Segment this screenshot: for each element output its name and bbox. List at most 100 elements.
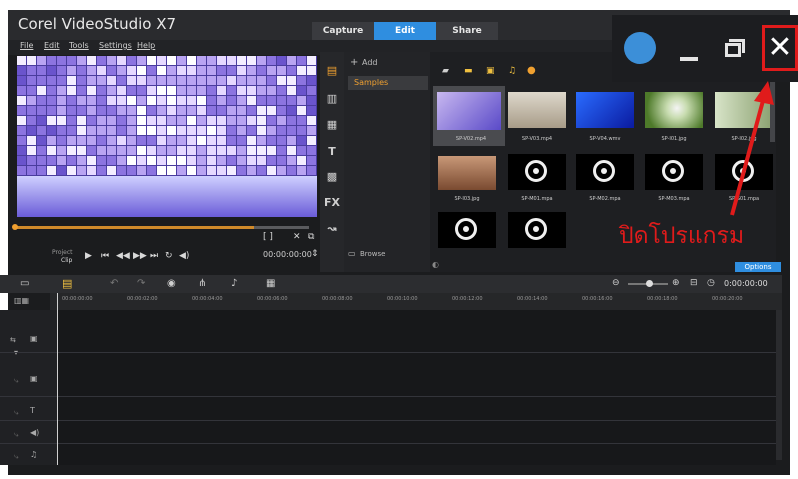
next-frame-icon[interactable]: ▶▶ xyxy=(133,251,147,261)
tab-share[interactable]: Share xyxy=(436,22,498,40)
copy-icon[interactable]: ⧉ xyxy=(308,232,314,242)
menu-file[interactable]: File xyxy=(20,41,33,50)
browse-icon[interactable]: ▭ xyxy=(348,249,356,258)
play-icon[interactable]: ▶ xyxy=(85,251,92,261)
menu-help[interactable]: Help xyxy=(137,41,155,50)
show-audio-icon[interactable]: ♫ xyxy=(508,66,516,76)
show-photos-icon[interactable]: ▣ xyxy=(486,66,495,76)
media-icon[interactable]: ▤ xyxy=(320,64,344,82)
tab-capture[interactable]: Capture xyxy=(312,22,374,40)
browse-label[interactable]: Browse xyxy=(360,250,386,258)
timecode-spinner-icon[interactable]: ⇕ xyxy=(311,249,319,259)
preview-tile xyxy=(277,126,286,135)
video-track-icon[interactable]: ▣ xyxy=(30,334,38,343)
menu-tools[interactable]: Tools xyxy=(69,41,89,50)
preview-tile xyxy=(277,56,286,65)
thumb-sp-i01[interactable] xyxy=(645,92,703,128)
voice-track-toggle[interactable]: ⤷ xyxy=(14,430,18,440)
library-folder-samples[interactable]: Samples xyxy=(348,76,428,90)
globe-icon[interactable] xyxy=(624,32,656,64)
preview-tile xyxy=(177,146,186,155)
scrubber-progress[interactable] xyxy=(17,226,254,229)
title-icon[interactable]: T xyxy=(320,145,344,163)
title-track-toggle[interactable]: ⤷ xyxy=(14,408,18,418)
restore-icon[interactable] xyxy=(725,43,741,57)
menu-settings[interactable]: Settings xyxy=(99,41,132,50)
scrubber-track[interactable] xyxy=(254,226,309,229)
thumb-sp-v04[interactable] xyxy=(576,92,634,128)
thumb-audio-extra[interactable] xyxy=(438,212,496,248)
voice-track-icon[interactable]: ◀) xyxy=(30,428,39,437)
transition-icon[interactable]: ▦ xyxy=(320,118,344,136)
thumb-audio-extra[interactable] xyxy=(508,212,566,248)
thumb-sp-m02[interactable] xyxy=(576,154,634,190)
clip-mode-label[interactable]: Clip xyxy=(61,257,72,264)
preview-tile xyxy=(287,136,296,145)
zoom-out-icon[interactable]: ⊖ xyxy=(612,278,620,288)
preview-tile xyxy=(307,56,316,65)
timeline-tracks[interactable] xyxy=(58,310,776,465)
thumb-sp-m01[interactable] xyxy=(508,154,566,190)
repeat-icon[interactable]: ↻ xyxy=(165,251,173,261)
sound-mixer-icon[interactable]: ⋔ xyxy=(198,278,206,289)
trim-brackets[interactable]: [ ] xyxy=(263,232,273,242)
show-videos-icon[interactable]: ▬ xyxy=(464,66,473,76)
subtitle-editor-icon[interactable]: ▦ xyxy=(266,278,275,289)
preview-tile xyxy=(117,126,126,135)
previous-frame-icon[interactable]: ◀◀ xyxy=(116,251,130,261)
timeline-ruler[interactable]: 00:00:00:00 00:00:02:00 00:00:04:00 00:00:0… xyxy=(50,293,782,310)
preview-tile xyxy=(277,66,286,75)
preview-tile xyxy=(307,146,316,155)
timeline-view-icon[interactable]: ▤ xyxy=(62,277,72,290)
title-track-icon[interactable]: T xyxy=(30,406,35,415)
end-icon[interactable]: ⏭ xyxy=(150,251,158,261)
track-manager-icon[interactable]: ▥▦ xyxy=(14,296,29,305)
folder-icon[interactable]: ▰ xyxy=(442,66,449,76)
minimize-icon[interactable] xyxy=(680,57,698,61)
redo-icon[interactable]: ↷ xyxy=(137,278,145,289)
tab-edit[interactable]: Edit xyxy=(374,22,436,40)
project-mode-label[interactable]: Project xyxy=(52,249,73,256)
path-icon[interactable]: ↝ xyxy=(320,222,344,240)
preview-tile xyxy=(77,66,86,75)
storyboard-view-icon[interactable]: ▭ xyxy=(20,278,29,289)
record-capture-icon[interactable]: ◉ xyxy=(167,278,176,289)
preview-tile xyxy=(187,126,196,135)
player-timecode[interactable]: 00:00:00:00 xyxy=(263,250,312,259)
scrubber-handle[interactable] xyxy=(12,224,18,230)
auto-music-icon[interactable]: ♪ xyxy=(231,278,237,289)
preview-tile xyxy=(147,76,156,85)
timeline-timecode[interactable]: 0:00:00:00 xyxy=(724,279,768,288)
graphic-icon[interactable]: ▩ xyxy=(320,170,344,188)
preview-tile xyxy=(227,136,236,145)
options-button[interactable]: Options xyxy=(735,262,781,272)
zoom-in-icon[interactable]: ⊕ xyxy=(672,278,680,288)
volume-icon[interactable]: ◀) xyxy=(179,251,189,261)
timeline-playhead[interactable] xyxy=(57,293,58,465)
library-nav-icon[interactable]: ◐ xyxy=(432,260,439,269)
thumb-sp-i03[interactable] xyxy=(438,156,496,190)
instant-project-icon[interactable]: ▥ xyxy=(320,92,344,110)
menu-edit[interactable]: Edit xyxy=(44,41,60,50)
thumb-sp-v03[interactable] xyxy=(508,92,566,128)
overlay-track-toggle[interactable]: ⤷ xyxy=(14,376,18,386)
music-track-toggle[interactable]: ⤷ xyxy=(14,452,18,462)
add-icon[interactable]: + xyxy=(350,57,358,68)
ripple-edit-icon[interactable]: ⇆ xyxy=(10,336,16,344)
thumb-sp-m03[interactable] xyxy=(645,154,703,190)
overlay-track-icon[interactable]: ▣ xyxy=(30,374,38,383)
sort-icon[interactable]: ● xyxy=(527,65,536,76)
add-folder-label[interactable]: Add xyxy=(362,58,378,67)
zoom-slider-handle[interactable] xyxy=(646,280,653,287)
close-icon[interactable]: ✕ xyxy=(762,25,798,71)
filter-icon[interactable]: FX xyxy=(320,196,344,214)
preview-tile xyxy=(307,156,316,165)
thumb-sp-v02[interactable] xyxy=(437,92,501,130)
split-clip-icon[interactable]: ✕ xyxy=(293,232,301,242)
timeline-scrollbar[interactable] xyxy=(776,310,782,460)
home-icon[interactable]: ⏮ xyxy=(101,251,109,261)
fit-project-icon[interactable]: ⊟ xyxy=(690,278,698,288)
undo-icon[interactable]: ↶ xyxy=(110,278,118,289)
music-track-icon[interactable]: ♫ xyxy=(30,450,37,459)
preview-tile xyxy=(157,116,166,125)
